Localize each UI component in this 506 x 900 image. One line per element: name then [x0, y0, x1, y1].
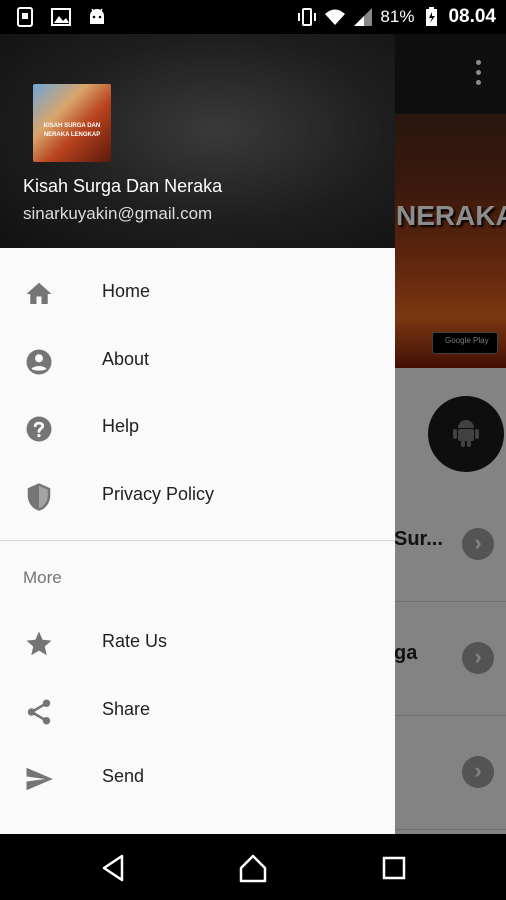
android-icon [90, 8, 104, 24]
star-icon [26, 631, 52, 656]
back-icon[interactable] [98, 852, 130, 884]
drawer-divider [0, 540, 395, 541]
drawer-header: KISAH SURGA DAN NERAKA LENGKAP Kisah Sur… [0, 34, 395, 248]
drawer-item-rate-us[interactable]: Rate Us [0, 610, 395, 677]
shield-icon [27, 483, 51, 511]
account-circle-icon [26, 349, 52, 375]
home-icon [26, 282, 52, 304]
share-icon [27, 699, 51, 725]
drawer-item-label: Rate Us [102, 631, 168, 651]
image-icon [51, 8, 71, 26]
navigation-drawer: KISAH SURGA DAN NERAKA LENGKAP Kisah Sur… [0, 34, 395, 834]
help-icon [26, 416, 52, 442]
wifi-icon [325, 9, 346, 25]
send-icon [26, 767, 53, 791]
account-name: Kisah Surga Dan Neraka [23, 176, 223, 196]
drawer-item-send[interactable]: Send [0, 745, 395, 812]
drawer-item-share[interactable]: Share [0, 678, 395, 745]
home-nav-icon[interactable] [237, 852, 269, 884]
vibrate-icon [298, 8, 317, 26]
drawer-item-home[interactable]: Home [0, 260, 395, 327]
drawer-item-label: Home [102, 281, 151, 301]
app-logo-text: KISAH SURGA DAN NERAKA LENGKAP [43, 123, 101, 138]
drawer-item-label: Share [102, 699, 151, 719]
status-bar: 81% 08.04 [0, 0, 506, 34]
recents-icon[interactable] [378, 852, 410, 884]
signal-icon [354, 8, 373, 26]
drawer-item-label: Privacy Policy [102, 484, 215, 504]
battery-charging-icon [426, 7, 438, 26]
battery-percent: 81% [380, 7, 415, 26]
clock: 08.04 [448, 6, 496, 27]
drawer-item-label: Send [102, 766, 145, 786]
screenshot-icon [17, 7, 33, 27]
drawer-item-about[interactable]: About [0, 328, 395, 395]
app-logo: KISAH SURGA DAN NERAKA LENGKAP [33, 84, 111, 162]
more-subheader: More [23, 568, 62, 587]
account-email: sinarkuyakin@gmail.com [23, 204, 213, 223]
system-nav-bar [0, 834, 506, 900]
drawer-item-privacy-policy[interactable]: Privacy Policy [0, 463, 395, 530]
drawer-item-label: Help [102, 416, 140, 436]
drawer-item-label: About [102, 349, 150, 369]
drawer-item-help[interactable]: Help [0, 395, 395, 462]
